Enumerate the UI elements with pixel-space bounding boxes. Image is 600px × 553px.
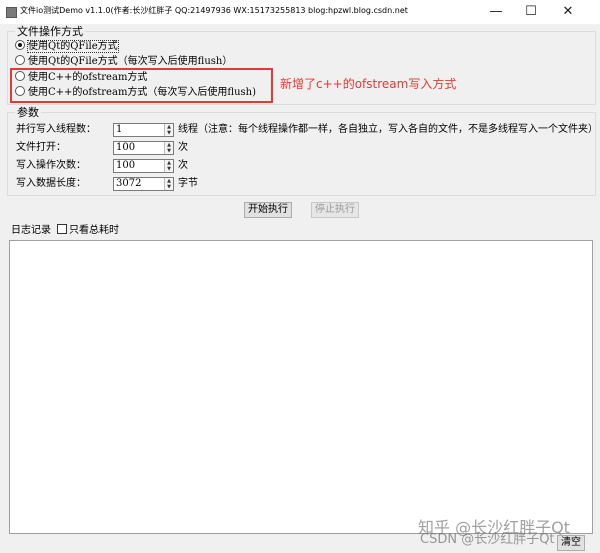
window-title: 文件io测试Demo v1.1.0(作者:长沙红胖子 QQ:21497936 W… [20, 6, 408, 15]
radio-dot-qfile-flush[interactable] [15, 55, 25, 65]
log-label: 日志记录 [11, 225, 51, 236]
data-length-value[interactable]: 3072 [116, 178, 141, 190]
annotation-highlight-box [10, 68, 273, 103]
radio-qfile[interactable]: 使用Qt的QFile方式 [15, 40, 119, 54]
title-bar: 文件io测试Demo v1.1.0(作者:长沙红胖子 QQ:21497936 W… [0, 0, 600, 25]
maximize-button[interactable]: ☐ [515, 1, 547, 23]
file-open-arrows[interactable]: ▲ ▼ [164, 142, 173, 154]
file-op-group-title: 文件操作方式 [15, 25, 85, 38]
thread-count-value[interactable]: 1 [116, 124, 122, 136]
app-icon [6, 7, 17, 18]
data-length-label: 写入数据长度： [16, 178, 86, 189]
file-open-label: 文件打开： [16, 142, 66, 153]
spin-down-icon[interactable]: ▼ [165, 184, 173, 190]
spin-down-icon[interactable]: ▼ [165, 130, 173, 136]
thread-count-label: 并行写入线程数： [16, 124, 96, 135]
close-button[interactable]: ✕ [552, 1, 584, 23]
spin-down-icon[interactable]: ▼ [165, 166, 173, 172]
file-open-value[interactable]: 100 [116, 142, 135, 154]
summary-only-checkbox[interactable] [57, 224, 67, 234]
thread-count-unit: 线程（注意：每个线程操作都一样，各自独立，写入各自的文件，不是多线程写入一个文件… [178, 124, 598, 135]
data-length-arrows[interactable]: ▲ ▼ [164, 178, 173, 190]
log-header: 日志记录 只看总耗时 [11, 224, 119, 238]
thread-count-arrows[interactable]: ▲ ▼ [164, 124, 173, 136]
radio-label-qfile-flush[interactable]: 使用Qt的QFile方式（每次写入后使用flush） [28, 56, 232, 67]
file-open-spinbox[interactable]: 100 ▲ ▼ [113, 141, 174, 155]
start-button[interactable]: 开始执行 [244, 202, 292, 218]
thread-count-spinbox[interactable]: 1 ▲ ▼ [113, 123, 174, 137]
clear-button[interactable]: 清空 [557, 535, 585, 551]
write-count-arrows[interactable]: ▲ ▼ [164, 160, 173, 172]
params-group-title: 参数 [15, 106, 41, 119]
data-length-unit: 字节 [178, 178, 198, 189]
radio-label-qfile[interactable]: 使用Qt的QFile方式 [27, 40, 119, 53]
log-textarea[interactable] [9, 240, 593, 534]
annotation-text: 新增了c++的ofstream写入方式 [280, 77, 457, 91]
file-open-unit: 次 [178, 142, 188, 153]
data-length-spinbox[interactable]: 3072 ▲ ▼ [113, 177, 174, 191]
minimize-button[interactable]: — [480, 1, 512, 23]
summary-only-label[interactable]: 只看总耗时 [69, 225, 119, 236]
stop-button[interactable]: 停止执行 [311, 202, 359, 218]
csdn-watermark: CSDN @长沙红胖子Qt [420, 532, 555, 547]
write-count-value[interactable]: 100 [116, 160, 135, 172]
spin-down-icon[interactable]: ▼ [165, 148, 173, 154]
write-count-unit: 次 [178, 160, 188, 171]
radio-qfile-flush[interactable]: 使用Qt的QFile方式（每次写入后使用flush） [15, 55, 232, 69]
write-count-spinbox[interactable]: 100 ▲ ▼ [113, 159, 174, 173]
radio-dot-qfile[interactable] [15, 40, 25, 50]
write-count-label: 写入操作次数： [16, 160, 86, 171]
main-window-body: 文件操作方式 使用Qt的QFile方式 使用Qt的QFile方式（每次写入后使用… [0, 24, 600, 553]
